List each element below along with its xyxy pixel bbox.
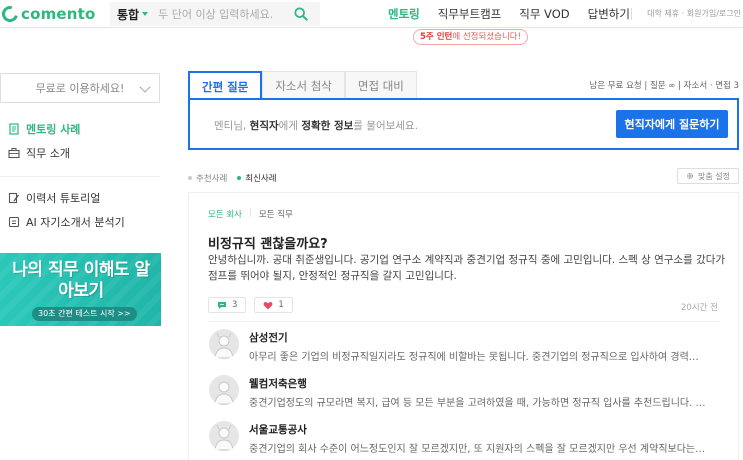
- post-stats: 3 1: [208, 297, 301, 313]
- sidebar-select[interactable]: 무료로 이용하세요!: [0, 73, 160, 103]
- dot-icon: [188, 176, 192, 180]
- post-tags: 모든 회사 | 모든 직무: [208, 208, 293, 220]
- answer-company: 웰컴저축은행: [249, 378, 307, 390]
- sidebar-item-resume-tutorial[interactable]: 이력서 튜토리얼: [8, 190, 100, 206]
- search-category-dropdown[interactable]: 통합: [110, 6, 149, 23]
- banner-title: 나의 직무 이해도 알아보기: [12, 260, 150, 301]
- sidebar-item-mentoring-cases[interactable]: 멘토링 사례: [8, 121, 80, 137]
- sidebar-item-label: 멘토링 사례: [26, 123, 81, 136]
- nav-tooltip-text: 에 선정되셨습니다!: [452, 32, 522, 42]
- filter-latest[interactable]: 최신사례: [237, 172, 277, 184]
- sidebar-item-ai-analyzer[interactable]: AI 자기소개서 분석기: [8, 214, 125, 230]
- tag-job[interactable]: 모든 직무: [259, 208, 293, 220]
- answer-preview: 아무리 좋은 기업의 비정규직일지라도 정규직에 비할바는 못됩니다. 중견기업…: [249, 352, 699, 363]
- custom-settings-button[interactable]: 맞춤 설정: [677, 168, 739, 184]
- gear-icon: [687, 173, 693, 179]
- ask-prefix: 멘티님,: [214, 120, 250, 132]
- custom-settings-label: 맞춤 설정: [698, 171, 730, 181]
- search-category-label: 통합: [117, 7, 140, 22]
- question-tabs: 간편 질문 자소서 첨삭 면접 대비: [188, 71, 417, 100]
- answer-preview: 중견기업의 회사 수준이 어느정도인지 잘 모르겠지만, 또 지원자의 스펙을 …: [249, 444, 706, 455]
- mentor-avatar: [209, 375, 239, 405]
- banner-start-button[interactable]: 30초 간편 테스트 시작 >>: [32, 307, 137, 321]
- document-icon: [9, 123, 19, 135]
- post-body: 안녕하십니까. 공대 취준생입니다. 공기업 연구소 계약직과 중견기업 정규직…: [208, 254, 726, 282]
- answer-item[interactable]: 웰컴저축은행 중견기업정도의 규모라면 복지, 급여 등 모든 부분을 고려하였…: [209, 375, 719, 415]
- main-nav: 멘토링 직무부트캠프 직무 VOD 답변하기: [388, 0, 648, 28]
- ask-prompt: 멘티님, 현직자에게 정확한 정보를 물어보세요.: [214, 118, 418, 133]
- remaining-requests: 남은 무료 요청 | 질문 ∞ | 자소서 · 면접 3: [589, 81, 739, 91]
- filter-label: 최신사례: [245, 174, 277, 184]
- avatar-icon: [214, 424, 234, 451]
- dot-icon: [237, 176, 242, 180]
- avatar-icon: [214, 332, 234, 359]
- tab-resume-review[interactable]: 자소서 첨삭: [262, 71, 345, 99]
- ask-suffix: 를 물어보세요.: [353, 120, 418, 132]
- heart-icon: [264, 301, 273, 309]
- nav-vod[interactable]: 직무 VOD: [519, 6, 569, 22]
- chevron-down-icon: [139, 81, 151, 93]
- sidebar-item-label: AI 자기소개서 분석기: [26, 216, 125, 229]
- post-card[interactable]: 모든 회사 | 모든 직무 비정규직 괜찮을까요? 안녕하십니까. 공대 취준생…: [188, 192, 739, 460]
- tag-separator: |: [248, 208, 252, 218]
- ask-mid: 에게: [278, 120, 302, 132]
- job-test-banner[interactable]: 나의 직무 이해도 알아보기 30초 간편 테스트 시작 >>: [0, 253, 161, 326]
- nav-mentoring[interactable]: 멘토링: [388, 6, 420, 22]
- header-divider: [631, 8, 632, 20]
- post-title[interactable]: 비정규직 괜찮을까요?: [208, 233, 328, 252]
- answer-company: 서울교통공사: [249, 424, 307, 436]
- ask-strong-1: 현직자: [249, 120, 279, 132]
- edit-icon: [8, 192, 20, 204]
- nav-bootcamp[interactable]: 직무부트캠프: [438, 6, 501, 22]
- briefcase-icon: [8, 148, 20, 159]
- like-count-value: 1: [278, 300, 284, 310]
- tag-company[interactable]: 모든 회사: [208, 208, 242, 220]
- search-input[interactable]: [158, 7, 279, 21]
- mentor-avatar: [209, 421, 239, 451]
- like-count[interactable]: 1: [254, 297, 293, 313]
- ask-strong-2: 정확한 정보: [301, 120, 354, 132]
- tab-quick-question[interactable]: 간편 질문: [188, 71, 263, 100]
- logo-icon: [0, 3, 21, 25]
- comment-icon: [218, 301, 226, 309]
- post-time: 20시간 전: [681, 303, 718, 313]
- sidebar-select-label: 무료로 이용하세요!: [35, 82, 125, 95]
- tab-interview[interactable]: 면접 대비: [344, 71, 417, 99]
- sidebar-divider: [0, 176, 160, 177]
- comento-logo[interactable]: comento: [0, 3, 96, 25]
- search-icon[interactable]: [294, 7, 308, 21]
- sidebar-item-label: 직무 소개: [26, 147, 70, 160]
- case-filter: 추천사례 최신사례: [188, 172, 277, 184]
- logo-text: comento: [21, 5, 96, 23]
- search-box: 통합: [110, 2, 320, 26]
- ask-box[interactable]: 멘티님, 현직자에게 정확한 정보를 물어보세요. 현직자에게 질문하기: [188, 98, 739, 150]
- answer-preview: 중견기업정도의 규모라면 복지, 급여 등 모든 부분을 고려하였을 때, 가능…: [249, 398, 706, 409]
- comment-count[interactable]: 3: [208, 297, 247, 313]
- nav-tooltip-strong: 5주 인턴: [420, 32, 453, 42]
- nav-answer[interactable]: 답변하기: [588, 6, 630, 22]
- filter-recommended[interactable]: 추천사례: [188, 172, 227, 184]
- answer-item[interactable]: 삼성전기 아무리 좋은 기업의 비정규직일지라도 정규직에 비할바는 못됩니다.…: [209, 329, 719, 369]
- filter-label: 추천사례: [196, 174, 228, 184]
- ai-icon: [8, 216, 20, 228]
- nav-tooltip: 5주 인턴에 선정되셨습니다!: [413, 29, 529, 45]
- sidebar-item-job-intro[interactable]: 직무 소개: [8, 145, 70, 161]
- top-header: comento 통합 멘토링 직무부트캠프 직무 VOD 답변하기 대학 제휴 …: [0, 0, 743, 28]
- ask-mentor-button[interactable]: 현직자에게 질문하기: [616, 110, 728, 138]
- card-divider: [208, 321, 720, 322]
- mentor-avatar: [209, 329, 239, 359]
- answer-company: 삼성전기: [249, 332, 288, 344]
- comment-count-value: 3: [232, 300, 238, 310]
- avatar-icon: [214, 381, 234, 405]
- caret-down-icon: [142, 12, 149, 16]
- header-right-links[interactable]: 대학 제휴 · 회원가입/로그인: [647, 8, 741, 19]
- answer-item[interactable]: 서울교통공사 중견기업의 회사 수준이 어느정도인지 잘 모르겠지만, 또 지원…: [209, 421, 719, 460]
- sidebar-item-label: 이력서 튜토리얼: [26, 192, 101, 205]
